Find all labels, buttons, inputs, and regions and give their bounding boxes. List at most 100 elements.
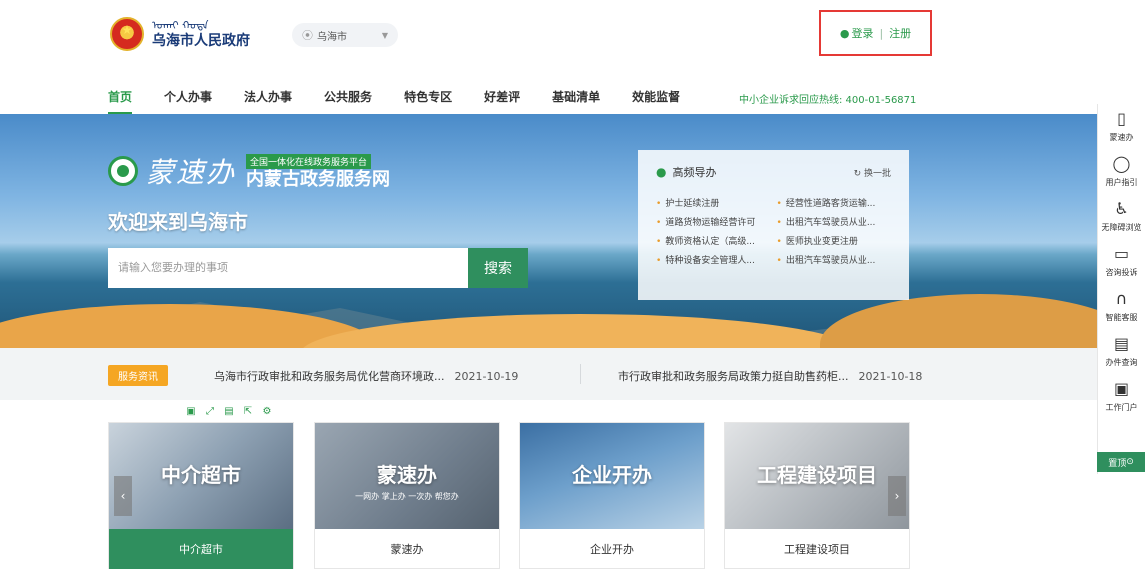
news-strip: 服务资讯 乌海市行政审批和政务服务局优化营商环境政... 2021-10-19 市… <box>0 348 1097 400</box>
hot-guide-panel: ● 高频导办 ↻ 换一批 护士延续注册 经营性道路客货运输... 道路货物运输经… <box>638 150 909 300</box>
search-button[interactable]: 搜索 <box>468 248 528 288</box>
login-link[interactable]: 登录 <box>851 25 873 41</box>
service-card-business-setup[interactable]: 企业开办 企业开办 <box>519 422 705 569</box>
refresh-button[interactable]: ↻ 换一批 <box>854 166 891 179</box>
nav-item-supervision[interactable]: 效能监督 <box>632 88 680 114</box>
document-search-icon: ▤ <box>1113 334 1130 353</box>
sidebar-item-work-portal[interactable]: ▣ 工作门户 <box>1098 374 1145 419</box>
carousel-tools: ▣ ⤢ ▤ ⇱ ⚙ <box>184 405 279 419</box>
mengsuban-logo-icon <box>108 155 138 186</box>
brand-right: 全国一体化在线政务服务平台 内蒙古政务服务网 <box>246 150 390 191</box>
sidebar-item-accessibility[interactable]: ♿ 无障碍浏览 <box>1098 194 1145 239</box>
news-badge: 服务资讯 <box>108 365 168 386</box>
card-image-text: 工程建设项目 <box>757 463 877 487</box>
nav-item-rating[interactable]: 好差评 <box>484 88 520 114</box>
sidebar-item-case-query[interactable]: ▤ 办件查询 <box>1098 329 1145 374</box>
mobile-icon: ▯ <box>1117 109 1126 128</box>
sidebar-item-user-guide[interactable]: ◯ 用户指引 <box>1098 149 1145 194</box>
hot-guide-item[interactable]: 道路货物运输经营许可 <box>656 215 771 228</box>
accessibility-icon: ♿ <box>1114 199 1129 218</box>
card-image: 企业开办 <box>520 423 704 529</box>
hot-guide-list: 护士延续注册 经营性道路客货运输... 道路货物运输经营许可 出租汽车驾驶员从业… <box>656 196 891 266</box>
card-label: 企业开办 <box>590 543 634 556</box>
news-item[interactable]: 乌海市行政审批和政务服务局优化营商环境政... 2021-10-19 <box>214 368 518 384</box>
logo-text: ᠤᠬᠠᠢ ᠬᠣᠲᠠ 乌海市人民政府 <box>152 19 250 50</box>
card-label: 蒙速办 <box>390 543 424 556</box>
lightbulb-icon: ◯ <box>1112 154 1131 173</box>
register-link[interactable]: 注册 <box>889 25 911 41</box>
square-icon[interactable]: ▣ <box>184 405 198 419</box>
header: ᠤᠬᠠᠢ ᠬᠣᠲᠠ 乌海市人民政府 ⦿ 乌海市 ▼ ● 登录 | 注册 <box>0 0 1145 80</box>
sidebar-label: 蒙速办 <box>1109 133 1134 142</box>
card-image-text: 蒙速办 <box>377 463 437 487</box>
right-float-sidebar: ▯ 蒙速办 ◯ 用户指引 ♿ 无障碍浏览 ▭ 咨询投诉 ∩ 智能客服 ▤ 办件查… <box>1097 104 1145 474</box>
sidebar-item-smart-service[interactable]: ∩ 智能客服 <box>1098 284 1145 329</box>
region-select[interactable]: ⦿ 乌海市 ▼ <box>292 23 398 47</box>
sidebar-label: 智能客服 <box>1105 313 1138 322</box>
region-select-value: 乌海市 <box>317 31 347 43</box>
logo-mongol-script: ᠤᠬᠠᠢ ᠬᠣᠲᠠ <box>152 18 209 32</box>
carousel-prev-button[interactable]: ‹ <box>114 476 132 516</box>
news-title: 乌海市行政审批和政务服务局优化营商环境政... <box>214 370 445 383</box>
main-nav: 首页 个人办事 法人办事 公共服务 特色专区 好差评 基础清单 效能监督 <box>108 88 712 114</box>
share-icon[interactable]: ⇱ <box>241 405 255 419</box>
hot-guide-item[interactable]: 经营性道路客货运输... <box>777 196 892 209</box>
chevron-down-icon: ▼ <box>381 30 388 40</box>
hot-guide-item[interactable]: 出租汽车驾驶员从业... <box>777 215 892 228</box>
brand-title: 内蒙古政务服务网 <box>246 169 391 190</box>
carousel-next-button[interactable]: › <box>888 476 906 516</box>
hot-guide-item[interactable]: 教师资格认定（高级... <box>656 234 771 247</box>
chevron-right-icon: › <box>894 489 900 503</box>
sidebar-label: 用户指引 <box>1105 178 1138 187</box>
news-divider <box>580 364 581 384</box>
card-image-text: 企业开办 <box>572 463 652 487</box>
settings-icon[interactable]: ⚙ <box>260 405 274 419</box>
hero-banner: 蒙速办 全国一体化在线政务服务平台 内蒙古政务服务网 欢迎来到乌海市 搜索 ● … <box>0 114 1097 348</box>
monitor-icon: ▣ <box>1113 379 1130 398</box>
chevron-left-icon: ‹ <box>120 489 126 503</box>
save-icon[interactable]: ▤ <box>222 405 236 419</box>
sidebar-label: 工作门户 <box>1105 403 1138 412</box>
brand-tag: 全国一体化在线政务服务平台 <box>246 154 372 169</box>
card-image: 蒙速办 一网办 掌上办 一次办 帮您办 <box>315 423 499 529</box>
brand-script: 蒙速办 <box>146 155 237 189</box>
nav-item-special-zone[interactable]: 特色专区 <box>404 88 452 114</box>
nav-item-personal[interactable]: 个人办事 <box>164 88 212 114</box>
card-image: 工程建设项目 <box>725 423 909 529</box>
welcome-heading: 欢迎来到乌海市 <box>108 210 248 234</box>
service-card-agency-market[interactable]: 中介超市 中介超市 <box>108 422 294 569</box>
hot-guide-item[interactable]: 出租汽车驾驶员从业... <box>777 253 892 266</box>
hot-guide-item[interactable]: 医师执业变更注册 <box>777 234 892 247</box>
sidebar-label: 咨询投诉 <box>1105 268 1138 277</box>
site-logo[interactable]: ᠤᠬᠠᠢ ᠬᠣᠲᠠ 乌海市人民政府 <box>110 17 250 51</box>
sidebar-label: 无障碍浏览 <box>1101 223 1142 232</box>
nav-item-public-service[interactable]: 公共服务 <box>324 88 372 114</box>
news-item[interactable]: 市行政审批和政务服务局政策力挺自助售药柜... 2021-10-18 <box>618 368 922 384</box>
search-input[interactable] <box>108 248 468 288</box>
card-image-text: 中介超市 <box>161 463 241 487</box>
refresh-icon: ↻ <box>853 168 864 179</box>
sidebar-label: 办件查询 <box>1105 358 1138 367</box>
back-to-top-label: 置顶 <box>1108 458 1127 469</box>
service-card-mengsuban[interactable]: 蒙速办 一网办 掌上办 一次办 帮您办 蒙速办 <box>314 422 500 569</box>
chat-icon: ▭ <box>1113 244 1130 263</box>
login-register-box: ● 登录 | 注册 <box>819 10 932 56</box>
expand-icon[interactable]: ⤢ <box>203 405 217 419</box>
sidebar-item-mengsuban[interactable]: ▯ 蒙速办 <box>1098 104 1145 149</box>
nav-item-home[interactable]: 首页 <box>108 88 133 114</box>
arrow-up-circle-icon: ⊙ <box>1126 457 1134 467</box>
flame-icon: ● <box>656 165 667 179</box>
news-title: 市行政审批和政务服务局政策力挺自助售药柜... <box>618 370 849 383</box>
login-separator: | <box>879 26 884 40</box>
news-date: 2021-10-18 <box>858 370 923 383</box>
hot-guide-item[interactable]: 特种设备安全管理人... <box>656 253 771 266</box>
back-to-top-button[interactable]: 置顶 ⊙ <box>1097 452 1145 472</box>
hot-guide-item[interactable]: 护士延续注册 <box>656 196 771 209</box>
nav-item-legal-person[interactable]: 法人办事 <box>244 88 292 114</box>
card-label: 中介超市 <box>109 529 293 569</box>
location-pin-icon: ⦿ <box>302 29 313 42</box>
service-card-construction[interactable]: 工程建设项目 工程建设项目 <box>724 422 910 569</box>
national-emblem-icon <box>110 17 144 51</box>
sidebar-item-consult[interactable]: ▭ 咨询投诉 <box>1098 239 1145 284</box>
nav-item-basic-list[interactable]: 基础清单 <box>552 88 600 114</box>
